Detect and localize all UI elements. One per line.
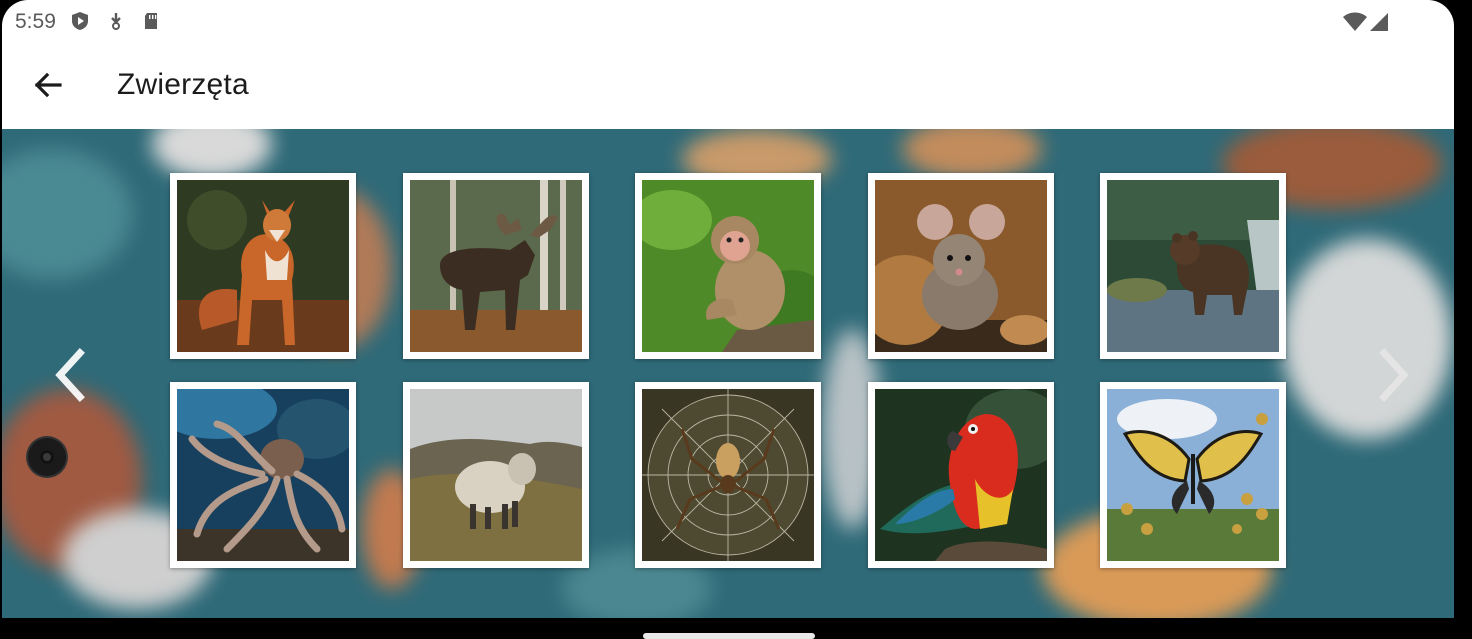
animal-tile-octopus[interactable] <box>170 382 356 568</box>
sd-card-icon <box>145 13 157 29</box>
back-arrow-icon[interactable] <box>28 65 68 105</box>
status-bar: 5:59 <box>2 0 1454 42</box>
previous-page-icon[interactable] <box>46 345 96 405</box>
animal-tile-monkey[interactable] <box>635 173 821 359</box>
status-time: 5:59 <box>15 10 56 33</box>
next-page-icon[interactable] <box>1368 345 1418 405</box>
fox-image <box>177 180 349 352</box>
animal-tile-fox[interactable] <box>170 173 356 359</box>
page-title: Zwierzęta <box>117 68 249 101</box>
bg-blob <box>1282 239 1452 439</box>
animal-tile-sheep[interactable] <box>403 382 589 568</box>
animal-tile-spider[interactable] <box>635 382 821 568</box>
device-screen: 5:59 Zwierzęta <box>2 0 1454 618</box>
animal-tile-parrot[interactable] <box>868 382 1054 568</box>
animal-tile-moose[interactable] <box>403 173 589 359</box>
play-protect-icon <box>72 12 88 30</box>
animal-tile-mouse[interactable] <box>868 173 1054 359</box>
sheep-image <box>410 389 582 561</box>
parrot-image <box>875 389 1047 561</box>
app-bar: Zwierzęta <box>2 42 1454 129</box>
octopus-image <box>177 389 349 561</box>
butterfly-image <box>1107 389 1279 561</box>
bear-image <box>1107 180 1279 352</box>
animal-tile-bear[interactable] <box>1100 173 1286 359</box>
device-edge <box>1454 0 1472 637</box>
bg-blob <box>2 149 132 279</box>
monkey-image <box>642 180 814 352</box>
download-icon <box>111 13 121 30</box>
cell-signal-icon <box>1370 13 1388 31</box>
bg-blob <box>902 129 1042 179</box>
front-camera <box>28 438 66 476</box>
bg-blob <box>152 129 272 179</box>
animal-gallery <box>2 129 1454 618</box>
wifi-icon <box>1343 12 1367 31</box>
mouse-image <box>875 180 1047 352</box>
gesture-handle[interactable] <box>643 633 815 639</box>
spider-image <box>642 389 814 561</box>
animal-tile-butterfly[interactable] <box>1100 382 1286 568</box>
moose-image <box>410 180 582 352</box>
